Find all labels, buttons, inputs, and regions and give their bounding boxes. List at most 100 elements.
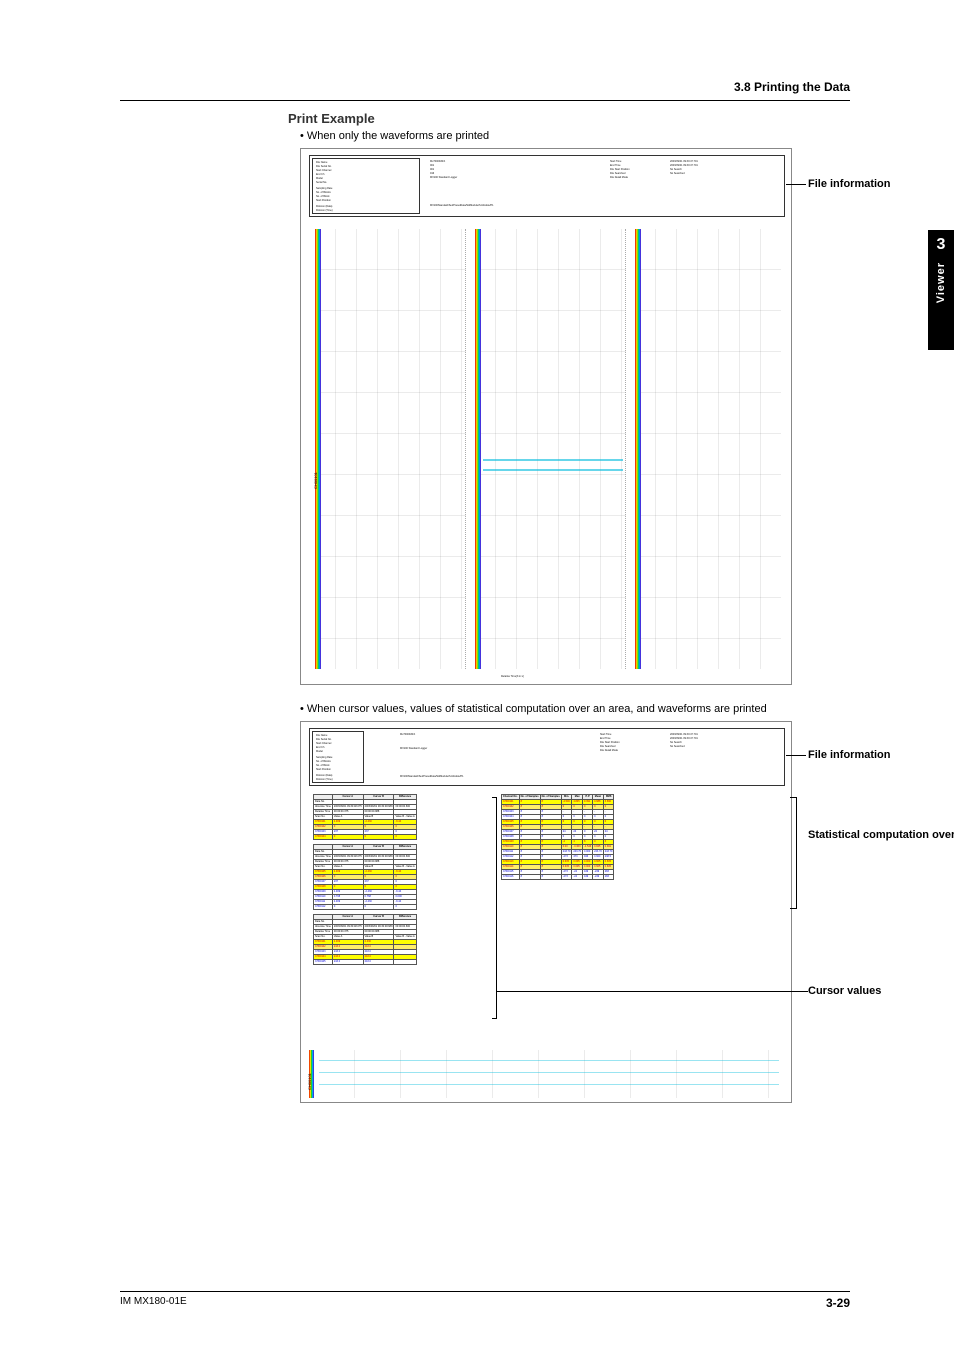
footer-page-number: 3-29 (826, 1296, 850, 1310)
info-label: End Time (600, 737, 611, 740)
info-label: Sampling Rate (316, 187, 332, 190)
bullet-waveforms-only: When only the waveforms are printed (300, 130, 848, 142)
callout-file-info: File information (808, 749, 891, 761)
y-axis-label: CH00101 (307, 1073, 312, 1090)
file-info-left-block: File Name File Serial No. Start Channel … (312, 158, 420, 214)
info-label: No. of Blocks (316, 191, 331, 194)
heading-print-example: Print Example (288, 111, 848, 126)
chapter-label: Viewer (935, 262, 947, 303)
page-footer: IM MX180-01E 3-29 (120, 1291, 850, 1310)
info-label: Start Channel (316, 169, 331, 172)
cursor-table-block-2: Cursor ACursor BDifference Data No. Abso… (313, 844, 417, 910)
waveform-pane-3 (635, 229, 781, 669)
info-label: End Ch (316, 746, 324, 749)
cursor-table-block-3: Cursor ACursor BDifference Data No. Abso… (313, 914, 417, 965)
info-label: End Time (610, 164, 621, 167)
waveform-pane-2 (475, 229, 626, 669)
info-label: Start Time (610, 160, 621, 163)
y-axis-label: CH00101 (313, 472, 318, 489)
info-label: File Name (316, 161, 327, 164)
callout-leader (786, 184, 806, 185)
info-label: Start Channel (316, 742, 331, 745)
bracket-cursor-inner (492, 797, 497, 1019)
info-label: No. of Block (316, 195, 329, 198)
channel-color-bar (475, 229, 481, 669)
statistical-table: Channel No.No. of SamplesNo. of SamplesM… (501, 794, 614, 880)
waveform-trace (319, 1060, 779, 1061)
bullet-cursor-stat-waveforms: When cursor values, values of statistica… (300, 703, 848, 715)
info-label: Model (316, 750, 323, 753)
info-label: Start Time (600, 733, 611, 736)
content-column: Print Example When only the waveforms ar… (288, 111, 848, 1103)
info-label: Start Position (316, 199, 331, 202)
info-label: File Name (316, 734, 327, 737)
info-value: MX100Standard/Set/PresetData/StdModule/S… (400, 775, 464, 778)
channel-color-bar (315, 229, 321, 669)
info-label: Serial No. (316, 181, 327, 184)
info-label: File Searched (610, 172, 625, 175)
bracket-stat (790, 797, 797, 909)
footer-doc-id: IM MX180-01E (120, 1296, 187, 1310)
callout-leader (496, 991, 808, 992)
callout-statistical: Statistical computation over an area (808, 829, 918, 842)
info-label: No. of Block (316, 764, 329, 767)
info-value: No Search (670, 741, 682, 744)
info-value: Mx7000DATA (430, 160, 445, 163)
info-value: 2003/09/01 09:30:47.701 (670, 733, 698, 736)
info-label: File Serial No. (316, 738, 332, 741)
chapter-number: 3 (928, 230, 954, 254)
callout-leader (786, 755, 806, 756)
waveform-strip: CH00101 (309, 1050, 783, 1098)
info-label: File Serial No. (316, 165, 332, 168)
info-label: Division (Data) (316, 205, 332, 208)
running-header: 3.8 Printing the Data (120, 80, 850, 100)
waveform-trace (483, 469, 623, 471)
info-value: MX100 Standard Logger (430, 176, 457, 179)
printout-image-1: File Name File Serial No. Start Channel … (300, 148, 792, 685)
callout-cursor-values: Cursor values (808, 985, 881, 997)
info-label: Division (Data) (316, 774, 332, 777)
waveform-pane-1: CH00101 (315, 229, 466, 669)
info-value: 016 (430, 172, 434, 175)
file-info-box: File Name File Serial No. Start Channel … (309, 155, 785, 217)
info-value: No Searched (670, 745, 685, 748)
waveform-trace (319, 1084, 779, 1085)
info-label: File Start Position (610, 168, 630, 171)
info-label: File Detail Mode (610, 176, 628, 179)
waveform-trace (319, 1072, 779, 1073)
info-value: MX100Standard/Set/PresetData/StdModule/S… (430, 204, 494, 207)
figure-cursor-stat-waveforms: File Name File Serial No. Start Channel … (300, 721, 848, 1103)
info-label: Start Position (316, 768, 331, 771)
cursor-values-tables: Cursor ACursor BDifference Data No. Abso… (313, 794, 417, 965)
info-label: Division (Time) (316, 209, 333, 212)
info-label: File Detail Mode (600, 749, 618, 752)
info-value: 001 (430, 168, 434, 171)
info-value: No Searched (670, 172, 685, 175)
figure-waveforms-only: File Name File Serial No. Start Channel … (300, 148, 848, 685)
info-label: File Searched (600, 745, 615, 748)
info-value: MX100 Standard Logger (400, 747, 427, 750)
info-label: Division (Time) (316, 778, 333, 781)
info-value: No Search (670, 168, 682, 171)
page-body: 3.8 Printing the Data Print Example When… (120, 80, 850, 1121)
channel-color-bar (635, 229, 641, 669)
file-info-left-block: File Name File Serial No. Start Channel … (312, 731, 364, 783)
info-label: File Start Position (600, 741, 620, 744)
file-info-box: File Name File Serial No. Start Channel … (309, 728, 785, 786)
info-label: Sampling Rate (316, 756, 332, 759)
waveform-trace (483, 459, 623, 461)
info-label: No. of Blocks (316, 760, 331, 763)
info-value: 001 (430, 164, 434, 167)
x-axis-label: Relative Time[h:m:s] (501, 675, 524, 678)
info-label: End Ch (316, 173, 324, 176)
info-value: 2003/09/01 09:30:47.701 (670, 737, 698, 740)
info-value: 2003/09/01 09:30:47.701 (670, 160, 698, 163)
info-label: Model (316, 177, 323, 180)
callout-file-info: File information (808, 178, 891, 190)
printout-image-2: File Name File Serial No. Start Channel … (300, 721, 792, 1103)
stat-table: Channel No.No. of SamplesNo. of SamplesM… (501, 794, 614, 880)
cursor-table-block-1: Cursor ACursor BDifference Data No. Abso… (313, 794, 417, 840)
chapter-side-tab: 3 Viewer (928, 230, 954, 350)
info-value: Mx7000DATA (400, 733, 415, 736)
info-value: 2003/09/01 09:30:47.701 (670, 164, 698, 167)
